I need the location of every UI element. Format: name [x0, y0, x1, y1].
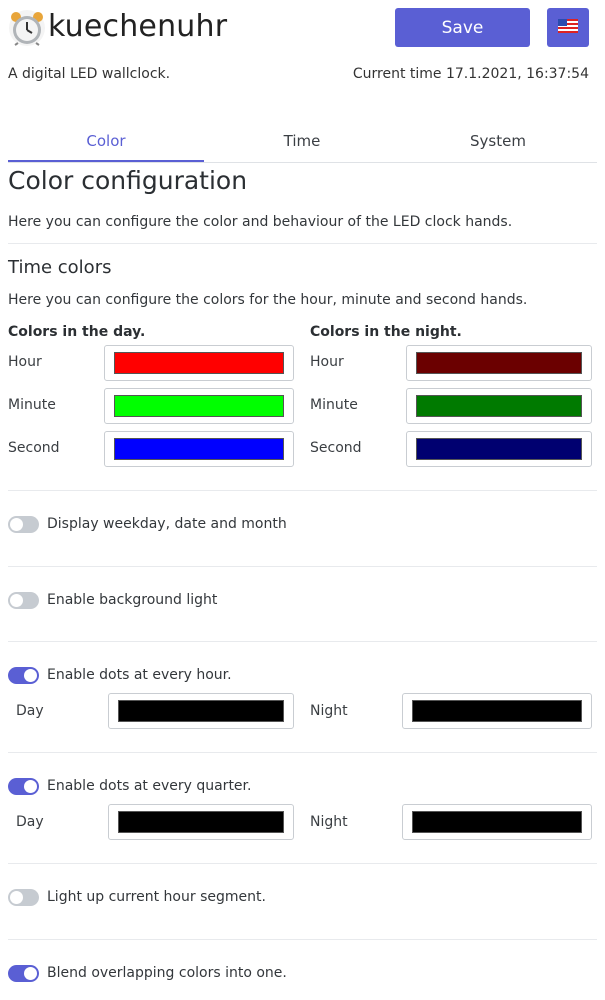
toggle-knob [10, 891, 23, 904]
hour-segment-toggle[interactable] [8, 889, 39, 906]
toggle-knob [10, 518, 23, 531]
quarter-dots-day-color-picker[interactable] [108, 804, 294, 840]
divider [8, 566, 597, 567]
color-fill [416, 352, 582, 374]
quarter-dots-night-color-picker[interactable] [402, 804, 592, 840]
background-light-toggle-label: Enable background light [47, 592, 218, 608]
time-colors-description: Here you can configure the colors for th… [8, 292, 528, 308]
night-second-color-picker[interactable] [406, 431, 592, 467]
time-colors-title: Time colors [8, 257, 112, 278]
color-fill [118, 700, 284, 722]
hour-segment-toggle-label: Light up current hour segment. [47, 889, 266, 905]
night-hour-color-picker[interactable] [406, 345, 592, 381]
tab-time[interactable]: Time [204, 122, 400, 160]
night-colors-heading: Colors in the night. [310, 324, 462, 340]
page-title: Color configuration [8, 166, 248, 195]
weekday-toggle[interactable] [8, 516, 39, 533]
color-fill [114, 352, 284, 374]
toggle-knob [24, 967, 37, 980]
current-time: Current time 17.1.2021, 16:37:54 [352, 66, 589, 82]
day-hour-color-picker[interactable] [104, 345, 294, 381]
blend-colors-toggle-label: Blend overlapping colors into one. [47, 965, 287, 981]
tab-system[interactable]: System [400, 122, 596, 160]
tab-bar: Color Time System [8, 122, 597, 163]
blend-colors-toggle[interactable] [8, 965, 39, 982]
day-minute-color-picker[interactable] [104, 388, 294, 424]
us-flag-icon [558, 18, 578, 37]
divider [8, 641, 597, 642]
divider [8, 752, 597, 753]
toggle-knob [10, 594, 23, 607]
weekday-toggle-label: Display weekday, date and month [47, 516, 287, 532]
quarter-dots-toggle-label: Enable dots at every quarter. [47, 778, 252, 794]
color-fill [118, 811, 284, 833]
save-button[interactable]: Save [395, 8, 530, 47]
quarter-dots-day-label: Day [16, 814, 44, 830]
tab-color[interactable]: Color [8, 122, 204, 162]
day-minute-label: Minute [8, 397, 56, 413]
divider [8, 863, 597, 864]
day-colors-heading: Colors in the day. [8, 324, 146, 340]
hour-dots-day-color-picker[interactable] [108, 693, 294, 729]
toggle-knob [24, 780, 37, 793]
color-fill [416, 438, 582, 460]
color-fill [412, 811, 582, 833]
quarter-dots-night-label: Night [310, 814, 348, 830]
page-description: Here you can configure the color and beh… [8, 214, 513, 230]
color-fill [114, 395, 284, 417]
hour-dots-night-label: Night [310, 703, 348, 719]
divider [8, 490, 597, 491]
night-minute-label: Minute [310, 397, 358, 413]
language-button[interactable] [547, 8, 589, 47]
color-fill [416, 395, 582, 417]
day-second-color-picker[interactable] [104, 431, 294, 467]
app-subtitle: A digital LED wallclock. [8, 66, 171, 82]
color-fill [114, 438, 284, 460]
divider [8, 939, 597, 940]
background-light-toggle[interactable] [8, 592, 39, 609]
hour-dots-toggle-label: Enable dots at every hour. [47, 667, 232, 683]
day-hour-label: Hour [8, 354, 42, 370]
alarm-clock-icon [9, 10, 45, 46]
toggle-knob [24, 669, 37, 682]
night-second-label: Second [310, 440, 362, 456]
hour-dots-night-color-picker[interactable] [402, 693, 592, 729]
divider [8, 243, 597, 244]
hour-dots-toggle[interactable] [8, 667, 39, 684]
day-second-label: Second [8, 440, 60, 456]
color-fill [412, 700, 582, 722]
hour-dots-day-label: Day [16, 703, 44, 719]
quarter-dots-toggle[interactable] [8, 778, 39, 795]
app-title: kuechenuhr [48, 9, 228, 44]
night-minute-color-picker[interactable] [406, 388, 592, 424]
night-hour-label: Hour [310, 354, 344, 370]
